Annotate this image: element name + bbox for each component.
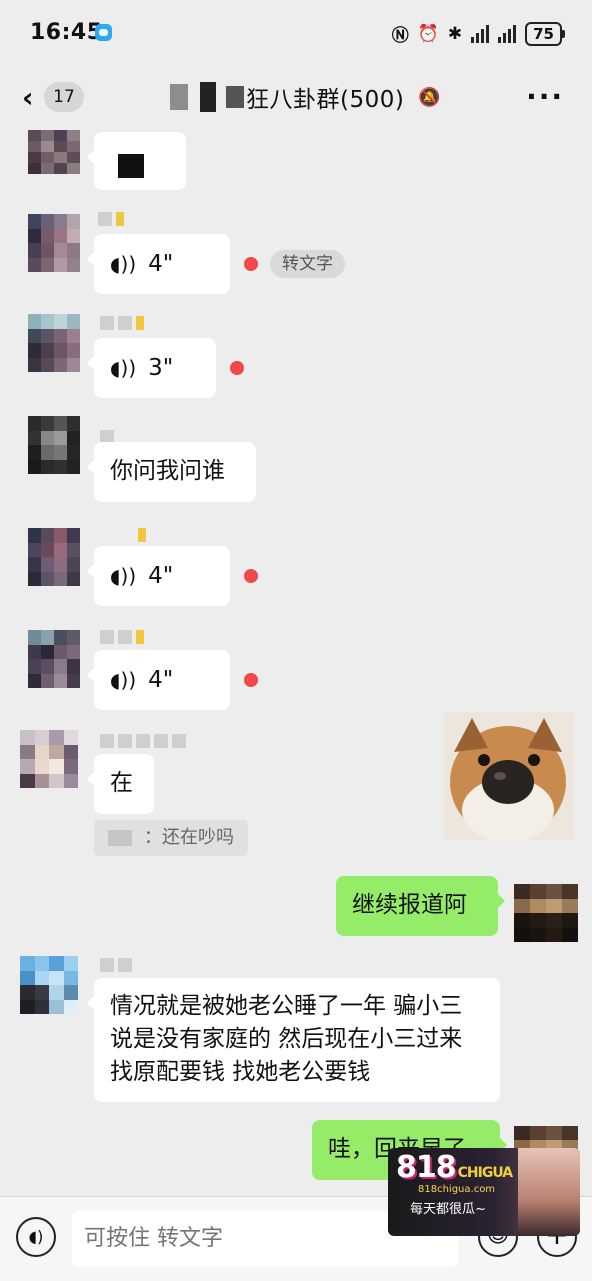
watermark-slogan: 每天都很瓜~	[410, 1202, 486, 1217]
sender-name	[138, 528, 146, 544]
dog-sticker-image[interactable]	[444, 712, 574, 840]
group-title: 狂八卦群(500) 🔕	[170, 80, 441, 114]
unplayed-dot	[244, 673, 258, 687]
avatar[interactable]	[28, 130, 80, 174]
redacted-block	[118, 154, 144, 178]
avatar[interactable]	[20, 956, 78, 1014]
avatar[interactable]	[28, 416, 80, 474]
message-text: 在	[110, 770, 133, 796]
sender-name	[98, 212, 124, 228]
voice-message[interactable]: ◖)) 4"	[87, 650, 230, 710]
battery-indicator: 75	[525, 21, 565, 46]
redacted-block	[170, 84, 188, 110]
own-avatar[interactable]	[514, 884, 578, 942]
voice-duration: 3"	[148, 355, 174, 381]
redacted-block	[226, 86, 244, 108]
voice-duration: 4"	[148, 251, 174, 277]
watermark-photo	[518, 1148, 580, 1236]
group-name: 狂八卦群(500)	[246, 87, 405, 113]
status-bar: 16:45 Ⓝ ⏰ ✱ 75	[0, 0, 592, 70]
back-icon[interactable]: ‹	[22, 84, 34, 112]
voice-message[interactable]: ◖)) 4"	[87, 546, 230, 606]
more-options-icon[interactable]: ···	[526, 80, 564, 113]
sound-wave-icon: ◖))	[110, 564, 137, 588]
avatar[interactable]	[20, 730, 78, 788]
redacted-block	[108, 830, 132, 846]
signal-icon	[471, 24, 490, 43]
avatar[interactable]	[28, 630, 80, 688]
watermark-logo: 818 CHIGUA	[396, 1150, 513, 1185]
unplayed-dot	[230, 361, 244, 375]
unplayed-dot	[244, 257, 258, 271]
message-notification-icon	[95, 24, 112, 41]
dog-face-icon	[444, 712, 574, 840]
quoted-text: ：还在吵吗	[144, 827, 234, 848]
alarm-icon: ⏰	[417, 23, 439, 44]
site-watermark: 818 CHIGUA 818chigua.com 每天都很瓜~	[388, 1148, 580, 1236]
bluetooth-icon: ✱	[447, 23, 463, 44]
sender-name	[100, 630, 144, 646]
chat-header: ‹ 17 狂八卦群(500) 🔕 ···	[0, 70, 592, 126]
message-text: 情况就是被她老公睡了一年 骗小三说是没有家庭的 然后现在小三过来找原配要钱 找她…	[110, 993, 463, 1085]
voice-input-icon[interactable]: ◖)	[16, 1217, 56, 1257]
message-bubble[interactable]: 你问我问谁	[87, 442, 256, 502]
quoted-reply[interactable]: ：还在吵吗	[94, 820, 248, 856]
voice-duration: 4"	[148, 667, 174, 693]
avatar[interactable]	[28, 314, 80, 372]
sender-name	[100, 734, 186, 750]
message-bubble[interactable]: 情况就是被她老公睡了一年 骗小三说是没有家庭的 然后现在小三过来找原配要钱 找她…	[87, 978, 500, 1102]
message-text: 继续报道阿	[352, 892, 467, 918]
avatar[interactable]	[28, 528, 80, 586]
status-icons: Ⓝ ⏰ ✱ 75	[391, 21, 565, 46]
unplayed-dot	[244, 569, 258, 583]
clock: 16:45	[30, 20, 103, 45]
own-message-bubble[interactable]: 继续报道阿	[336, 876, 505, 936]
voice-message[interactable]: ◖)) 3"	[87, 338, 216, 398]
nfc-icon: Ⓝ	[391, 26, 409, 46]
voice-message[interactable]: ◖)) 4"	[87, 234, 230, 294]
message-bubble[interactable]	[87, 132, 186, 190]
sound-wave-icon: ◖))	[110, 668, 137, 692]
message-list[interactable]: ◖)) 4" 转文字 ◖)) 3" 你问我问谁 ◖)) 4" ◖)) 4" 在 …	[0, 126, 592, 1196]
watermark-url: 818chigua.com	[418, 1184, 496, 1195]
sender-name	[100, 958, 132, 974]
voice-duration: 4"	[148, 563, 174, 589]
transcribe-button[interactable]: 转文字	[270, 250, 345, 278]
mute-bell-icon: 🔕	[418, 86, 441, 108]
redacted-block	[200, 82, 216, 112]
sound-wave-icon: ◖))	[110, 252, 137, 276]
message-bubble[interactable]: 在	[87, 754, 154, 814]
sender-name	[100, 316, 144, 332]
unread-count-badge[interactable]: 17	[44, 82, 84, 112]
signal-icon-2	[498, 24, 517, 43]
message-text: 你问我问谁	[110, 458, 225, 484]
sound-wave-icon: ◖))	[110, 356, 137, 380]
avatar[interactable]	[28, 214, 80, 272]
